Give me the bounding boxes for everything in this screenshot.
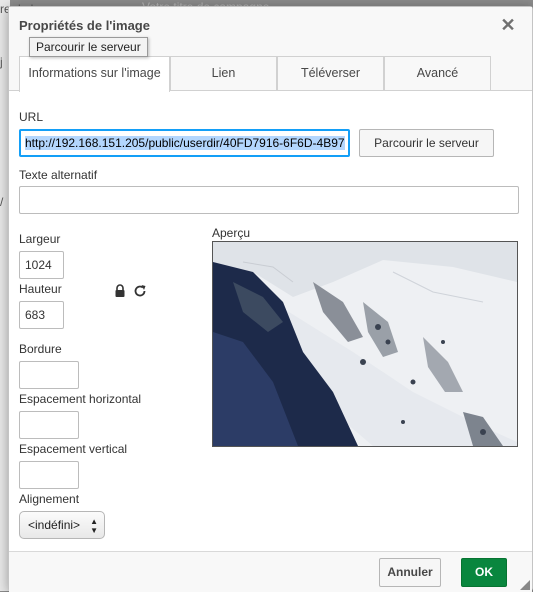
close-icon[interactable]: ✕ [500, 16, 516, 34]
align-select[interactable]: <indéfini> ▲ ▼ [19, 511, 105, 539]
tab-upload[interactable]: Téléverser [277, 56, 384, 90]
url-value: http://192.168.151.205/public/userdir/40… [25, 136, 345, 150]
vspace-label: Espacement vertical [19, 442, 128, 456]
tab-advanced[interactable]: Avancé [384, 56, 491, 90]
background-text: / [0, 195, 4, 209]
cancel-button[interactable]: Annuler [379, 558, 441, 587]
height-label: Hauteur [19, 282, 62, 296]
tab-image-info[interactable]: Informations sur l'image [19, 56, 170, 92]
alt-text-input[interactable] [19, 186, 519, 214]
align-label: Alignement [19, 492, 80, 506]
image-properties-dialog: Propriétés de l'image ✕ Parcourir le ser… [8, 6, 533, 592]
url-input[interactable]: http://192.168.151.205/public/userdir/40… [19, 129, 350, 157]
browse-server-tooltip: Parcourir le serveur [29, 37, 148, 57]
tab-link[interactable]: Lien [170, 56, 277, 90]
hspace-input[interactable] [19, 411, 79, 439]
lock-icon[interactable] [113, 284, 127, 298]
width-label: Largeur [19, 232, 61, 246]
dialog-footer: Annuler OK [9, 551, 532, 592]
preview-label: Aperçu [212, 226, 251, 240]
select-arrows-icon: ▲ ▼ [90, 517, 98, 535]
background-text: j [0, 55, 3, 69]
border-input[interactable] [19, 361, 79, 389]
image-preview [212, 241, 518, 447]
ok-button[interactable]: OK [461, 558, 507, 587]
preview-image-mountain [213, 242, 517, 446]
height-input[interactable]: 683 [19, 301, 64, 329]
border-label: Bordure [19, 342, 62, 356]
reset-icon[interactable] [133, 284, 147, 298]
dialog-title: Propriétés de l'image [19, 18, 150, 33]
resize-handle-icon[interactable] [520, 580, 530, 590]
alt-text-label: Texte alternatif [19, 168, 98, 182]
width-input[interactable]: 1024 [19, 251, 64, 279]
image-info-panel: URL http://192.168.151.205/public/userdi… [9, 90, 532, 551]
url-label: URL [19, 110, 44, 124]
hspace-label: Espacement horizontal [19, 392, 142, 406]
align-select-value: <indéfini> [28, 518, 81, 532]
vspace-input[interactable] [19, 461, 79, 489]
browse-server-button[interactable]: Parcourir le serveur [359, 129, 494, 157]
